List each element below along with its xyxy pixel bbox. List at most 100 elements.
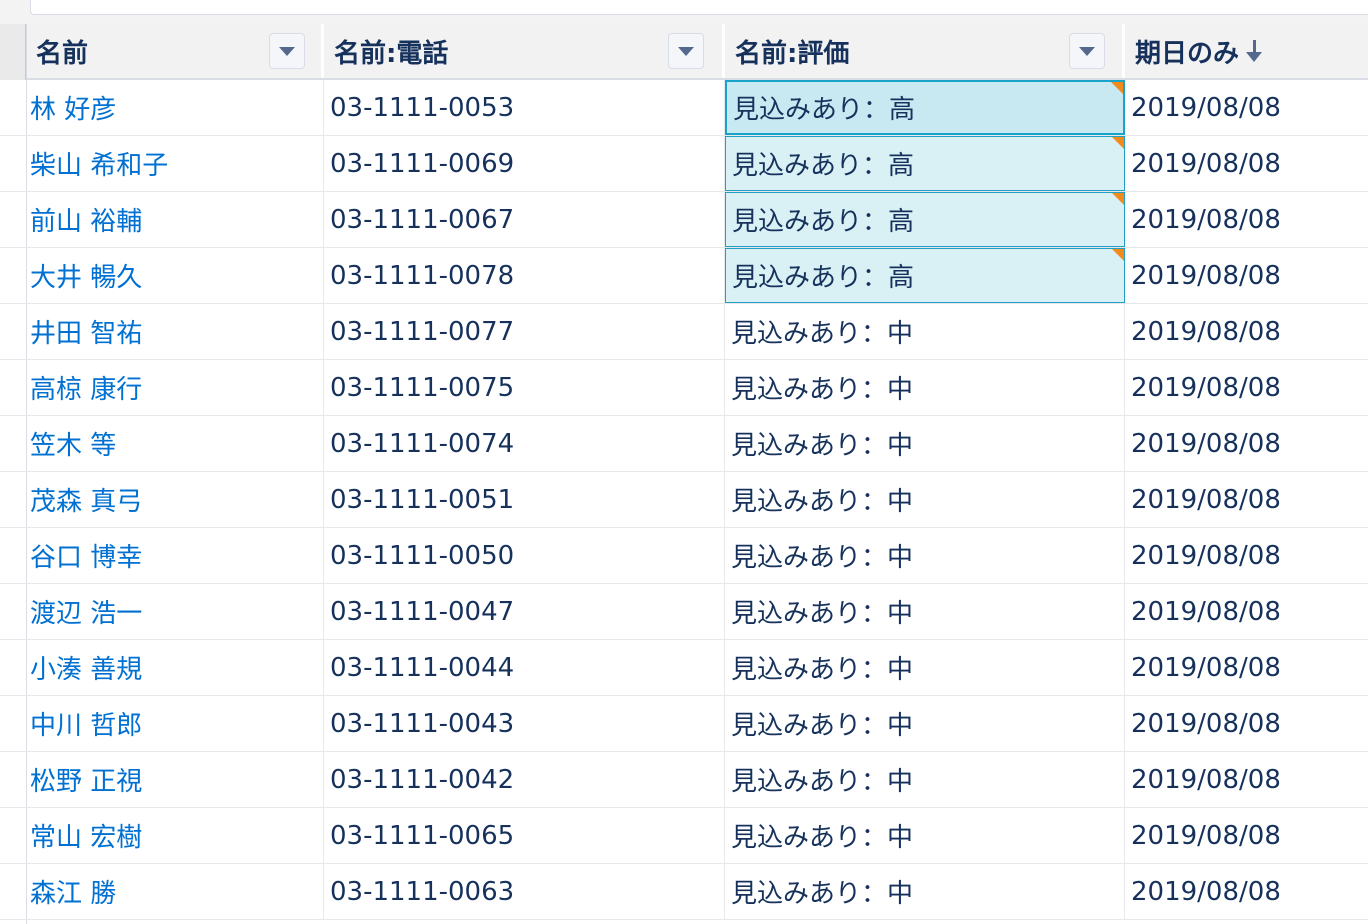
phone-cell[interactable]: 03-1111-0043 (324, 696, 725, 751)
sort-descending-icon[interactable] (1245, 37, 1263, 65)
phone-cell[interactable]: 03-1111-0050 (324, 528, 725, 583)
date-cell[interactable]: 2019/08/08 (1125, 416, 1368, 471)
changed-flag-icon (1111, 82, 1123, 94)
date-cell-text: 2019/08/08 (1131, 260, 1281, 291)
rating-cell[interactable]: 見込みあり：中 (725, 808, 1125, 863)
date-cell[interactable]: 2019/08/08 (1125, 640, 1368, 695)
name-link[interactable]: 茂森 真弓 (26, 472, 324, 527)
phone-cell[interactable]: 03-1111-0077 (324, 304, 725, 359)
date-cell[interactable]: 2019/08/08 (1125, 360, 1368, 415)
date-cell-text: 2019/08/08 (1131, 652, 1281, 683)
name-link[interactable]: 林 好彦 (26, 80, 324, 135)
table-row: 森江 勝 03-1111-0063 見込みあり：中 2019/08/08 (0, 864, 1368, 920)
column-header-rating-label: 名前:評価 (735, 38, 850, 69)
rating-cell[interactable]: 見込みあり：高 (725, 192, 1125, 247)
rating-cell-text: 見込みあり：高 (732, 151, 915, 181)
phone-cell[interactable]: 03-1111-0078 (324, 248, 725, 303)
data-grid: 名前 名前:電話 名前:評価 期日のみ 林 好彦 03-1111-0053 見込みあ… (0, 24, 1368, 924)
phone-cell[interactable]: 03-1111-0047 (324, 584, 725, 639)
phone-cell[interactable]: 03-1111-0069 (324, 136, 725, 191)
date-cell[interactable]: 2019/08/08 (1125, 80, 1368, 135)
name-link-text: 松野 正視 (30, 767, 143, 797)
phone-cell-text: 03-1111-0044 (330, 652, 515, 683)
name-link[interactable]: 井田 智祐 (26, 304, 324, 359)
name-link-text: 谷口 博幸 (30, 543, 143, 573)
column-menu-button-rating[interactable] (1069, 33, 1105, 69)
name-link[interactable]: 大井 暢久 (26, 248, 324, 303)
phone-cell[interactable]: 03-1111-0063 (324, 864, 725, 919)
date-cell[interactable]: 2019/08/08 (1125, 192, 1368, 247)
date-cell[interactable]: 2019/08/08 (1125, 808, 1368, 863)
rating-cell[interactable]: 見込みあり：中 (725, 304, 1125, 359)
name-link[interactable]: 中川 哲郎 (26, 696, 324, 751)
rating-cell-text: 見込みあり：中 (731, 431, 914, 461)
name-link[interactable]: 常山 宏樹 (26, 808, 324, 863)
phone-cell[interactable]: 03-1111-0074 (324, 416, 725, 471)
rating-cell[interactable]: 見込みあり：中 (725, 640, 1125, 695)
name-link[interactable]: 松野 正視 (26, 752, 324, 807)
column-header-date[interactable]: 期日のみ (1125, 24, 1368, 78)
top-panel-edge (30, 0, 1368, 15)
date-cell-text: 2019/08/08 (1131, 540, 1281, 571)
name-link-text: 森江 勝 (30, 879, 117, 909)
table-row: 松野 正視 03-1111-0042 見込みあり：中 2019/08/08 (0, 752, 1368, 808)
column-header-rating[interactable]: 名前:評価 (725, 24, 1125, 78)
rating-cell[interactable]: 見込みあり：中 (725, 528, 1125, 583)
name-link[interactable]: 柴山 希和子 (26, 136, 324, 191)
rating-cell-text: 見込みあり：中 (731, 823, 914, 853)
rating-cell-text: 見込みあり：中 (731, 767, 914, 797)
name-link-text: 柴山 希和子 (30, 151, 169, 181)
column-header-name[interactable]: 名前 (26, 24, 324, 78)
rating-cell[interactable]: 見込みあり：高 (725, 136, 1125, 191)
date-cell[interactable]: 2019/08/08 (1125, 248, 1368, 303)
phone-cell[interactable]: 03-1111-0065 (324, 808, 725, 863)
rating-cell[interactable]: 見込みあり：高 (725, 248, 1125, 303)
phone-cell[interactable]: 03-1111-0042 (324, 752, 725, 807)
rating-cell[interactable]: 見込みあり：中 (725, 584, 1125, 639)
name-link[interactable]: 小湊 善規 (26, 640, 324, 695)
phone-cell[interactable]: 03-1111-0051 (324, 472, 725, 527)
phone-cell-text: 03-1111-0069 (330, 148, 515, 179)
date-cell[interactable]: 2019/08/08 (1125, 136, 1368, 191)
rating-cell-text: 見込みあり：高 (732, 207, 915, 237)
rating-cell-text: 見込みあり：高 (732, 263, 915, 293)
rating-cell-text: 見込みあり：中 (731, 487, 914, 517)
date-cell[interactable]: 2019/08/08 (1125, 696, 1368, 751)
rating-cell[interactable]: 見込みあり：中 (725, 472, 1125, 527)
name-link[interactable]: 笠木 等 (26, 416, 324, 471)
column-menu-button-name[interactable] (269, 33, 305, 69)
rating-cell[interactable]: 見込みあり：中 (725, 752, 1125, 807)
date-cell-text: 2019/08/08 (1131, 316, 1281, 347)
phone-cell[interactable]: 03-1111-0044 (324, 640, 725, 695)
table-row: 中川 哲郎 03-1111-0043 見込みあり：中 2019/08/08 (0, 696, 1368, 752)
rating-cell-text: 見込みあり：中 (731, 879, 914, 909)
date-cell-text: 2019/08/08 (1131, 148, 1281, 179)
date-cell[interactable]: 2019/08/08 (1125, 864, 1368, 919)
rating-cell[interactable]: 見込みあり：中 (725, 696, 1125, 751)
column-menu-button-phone[interactable] (668, 33, 704, 69)
rating-cell[interactable]: 見込みあり：中 (725, 360, 1125, 415)
date-cell-text: 2019/08/08 (1131, 596, 1281, 627)
phone-cell[interactable]: 03-1111-0075 (324, 360, 725, 415)
column-header-phone[interactable]: 名前:電話 (324, 24, 725, 78)
rating-cell[interactable]: 見込みあり：高 (725, 80, 1125, 135)
name-link[interactable]: 渡辺 浩一 (26, 584, 324, 639)
rating-cell-text: 見込みあり：高 (733, 95, 916, 125)
date-cell[interactable]: 2019/08/08 (1125, 304, 1368, 359)
name-link[interactable]: 谷口 博幸 (26, 528, 324, 583)
name-link[interactable]: 高椋 康行 (26, 360, 324, 415)
phone-cell[interactable]: 03-1111-0053 (324, 80, 725, 135)
date-cell-text: 2019/08/08 (1131, 372, 1281, 403)
rating-cell[interactable]: 見込みあり：中 (725, 864, 1125, 919)
name-link[interactable]: 前山 裕輔 (26, 192, 324, 247)
table-row: 柴山 希和子 03-1111-0069 見込みあり：高 2019/08/08 (0, 136, 1368, 192)
date-cell[interactable]: 2019/08/08 (1125, 752, 1368, 807)
date-cell[interactable]: 2019/08/08 (1125, 528, 1368, 583)
phone-cell[interactable]: 03-1111-0067 (324, 192, 725, 247)
chevron-down-icon (678, 46, 694, 56)
rating-cell[interactable]: 見込みあり：中 (725, 416, 1125, 471)
date-cell[interactable]: 2019/08/08 (1125, 472, 1368, 527)
name-link[interactable]: 森江 勝 (26, 864, 324, 919)
date-cell[interactable]: 2019/08/08 (1125, 584, 1368, 639)
rating-cell-text: 見込みあり：中 (731, 655, 914, 685)
